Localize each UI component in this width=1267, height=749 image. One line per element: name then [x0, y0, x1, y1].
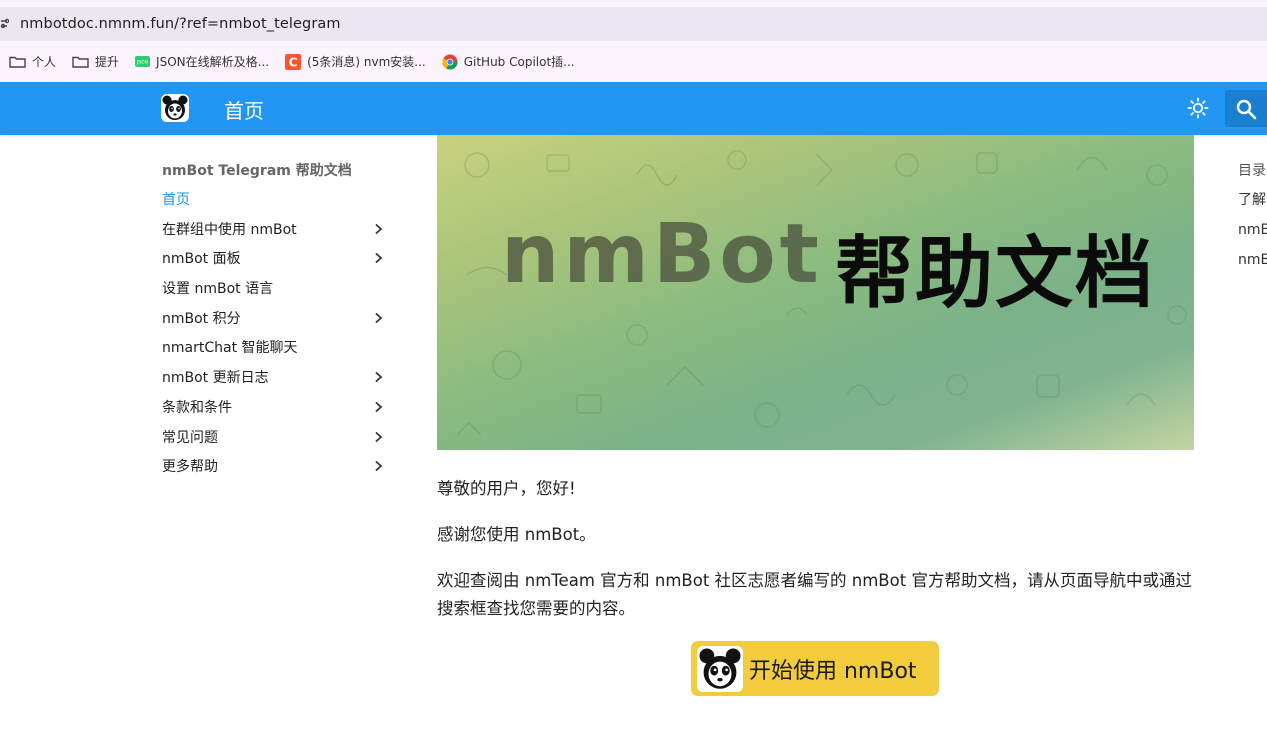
- chrome-icon: [442, 54, 458, 70]
- chevron-right-icon[interactable]: [371, 459, 385, 473]
- bookmark-label: 个人: [32, 55, 57, 69]
- site-logo[interactable]: [161, 94, 189, 122]
- sidebar-item-label: 条款和条件: [162, 399, 232, 416]
- bookmark-label: (5条消息) nvm安装...: [307, 55, 426, 69]
- sidebar-item[interactable]: 首页: [162, 190, 392, 220]
- chevron-right-icon[interactable]: [371, 311, 385, 325]
- sidebar-item[interactable]: 更多帮助: [162, 457, 392, 487]
- sidebar-item[interactable]: nmBot 更新日志: [162, 368, 392, 398]
- folder-icon: [72, 55, 89, 68]
- sidebar-item-label: 常见问题: [162, 429, 218, 446]
- browser-top-strip: [0, 0, 1267, 7]
- svg-text:JSON: JSON: [136, 60, 148, 66]
- sidebar-item[interactable]: 设置 nmBot 语言: [162, 279, 392, 309]
- bookmark-label: JSON在线解析及格...: [156, 55, 270, 69]
- sidebar-item-label: nmBot 积分: [162, 310, 241, 327]
- toc-title: 目录: [1238, 163, 1266, 179]
- bookmark-csdn[interactable]: C (5条消息) nvm安装...: [285, 53, 426, 70]
- get-started-label: 开始使用 nmBot: [749, 658, 917, 684]
- hero-banner-image: nmBot 帮助文档: [437, 135, 1194, 450]
- sun-icon: [1187, 97, 1209, 119]
- search-button[interactable]: [1225, 90, 1267, 127]
- bookmark-folder-improve[interactable]: 提升: [72, 53, 119, 70]
- sidebar-item[interactable]: 在群组中使用 nmBot: [162, 220, 392, 250]
- chevron-right-icon[interactable]: [371, 370, 385, 384]
- sidebar-item-label: 更多帮助: [162, 459, 218, 476]
- sidebar-item-label: nmBot 面板: [162, 251, 241, 268]
- bookmark-label: GitHub Copilot插...: [463, 55, 575, 69]
- sidebar-nav: nmBot Telegram 帮助文档 首页在群组中使用 nmBot nmBot …: [162, 160, 392, 487]
- sidebar-item-label: 在群组中使用 nmBot: [162, 221, 297, 238]
- bookmarks-bar: 个人 提升 JSON JSON在线解析及格... C (5条消息) nvm安装.…: [0, 41, 1267, 82]
- sidebar-item-label: 首页: [162, 192, 190, 208]
- sidebar-title: nmBot Telegram 帮助文档: [162, 163, 352, 179]
- sidebar-item[interactable]: nmBot 积分: [162, 309, 392, 339]
- svg-text:C: C: [289, 55, 298, 69]
- intro-text: 欢迎查阅由 nmTeam 官方和 nmBot 社区志愿者编写的 nmBot 官方…: [437, 571, 1192, 618]
- sidebar-item[interactable]: 常见问题: [162, 428, 392, 458]
- folder-icon: [9, 55, 26, 68]
- chevron-right-icon[interactable]: [371, 400, 385, 414]
- table-of-contents: 目录 了解 nmB nmB: [1238, 160, 1267, 280]
- sidebar-item[interactable]: nmBot 面板: [162, 249, 392, 279]
- bookmark-json[interactable]: JSON JSON在线解析及格...: [135, 53, 269, 70]
- sidebar-item[interactable]: nmartChat 智能聊天: [162, 338, 392, 368]
- bookmark-label: 提升: [95, 55, 120, 69]
- site-info-icon[interactable]: [0, 16, 10, 32]
- json-site-icon: JSON: [135, 56, 151, 67]
- chevron-right-icon[interactable]: [371, 222, 385, 236]
- chevron-right-icon[interactable]: [371, 251, 385, 265]
- nmbot-logo-icon: [697, 645, 743, 692]
- sidebar-item[interactable]: 条款和条件: [162, 398, 392, 428]
- greeting-text: 尊敬的用户，您好!: [437, 479, 576, 498]
- bookmark-folder-personal[interactable]: 个人: [9, 53, 56, 70]
- site-title[interactable]: 首页: [224, 95, 264, 124]
- url-text[interactable]: nmbotdoc.nmnm.fun/?ref=nmbot_telegram: [20, 16, 341, 32]
- sidebar-item-label: nmBot 更新日志: [162, 370, 269, 387]
- chevron-right-icon[interactable]: [371, 430, 385, 444]
- toc-item[interactable]: nmB: [1238, 250, 1267, 280]
- banner-logo-word: nmBot: [501, 207, 823, 302]
- theme-toggle-button[interactable]: [1184, 94, 1212, 122]
- banner-title: 帮助文档: [835, 229, 1156, 319]
- site-header: 首页: [0, 82, 1267, 135]
- toc-item[interactable]: nmB: [1238, 220, 1267, 250]
- address-bar[interactable]: nmbotdoc.nmnm.fun/?ref=nmbot_telegram: [0, 7, 1267, 41]
- toc-item[interactable]: 了解: [1238, 190, 1267, 220]
- get-started-button[interactable]: 开始使用 nmBot: [691, 641, 939, 696]
- sidebar-item-label: 设置 nmBot 语言: [162, 281, 274, 298]
- thanks-text: 感谢您使用 nmBot。: [437, 525, 596, 544]
- sidebar-item-label: nmartChat 智能聊天: [162, 340, 298, 357]
- search-icon: [1236, 99, 1257, 119]
- csdn-icon: C: [285, 53, 302, 70]
- bookmark-github-copilot[interactable]: GitHub Copilot插...: [442, 53, 575, 70]
